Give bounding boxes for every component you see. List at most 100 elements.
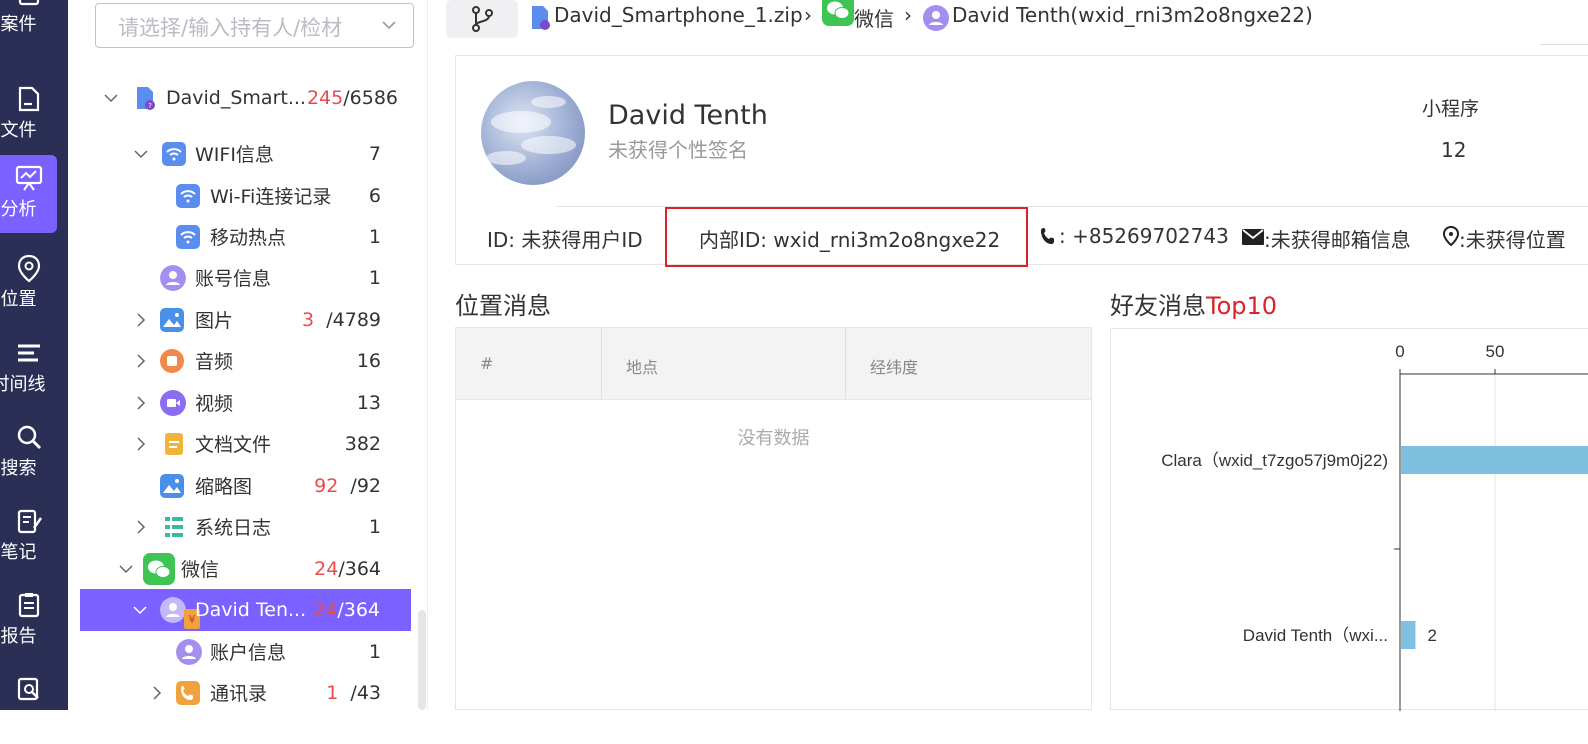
nav-label: 报告 <box>0 626 37 647</box>
column-header-place[interactable]: 地点 <box>602 328 846 400</box>
tree-item-wifi[interactable]: WIFI信息 7 <box>128 133 381 174</box>
tree-count: 3 /4789 <box>302 308 381 331</box>
tree-item-contacts[interactable]: 通讯录 1 /43 <box>144 672 381 713</box>
wifi-icon <box>176 183 200 208</box>
tree-count: 24/364 <box>314 557 381 580</box>
inspect-icon <box>17 677 39 701</box>
tree-item-wifi-records[interactable]: Wi-Fi连接记录 6 <box>176 175 381 216</box>
category-label: Clara（wxid_t7zgo57j9m0j22) <box>1161 451 1388 470</box>
tree-item-documents[interactable]: 文档文件 382 <box>128 423 381 464</box>
chevron-right-icon[interactable] <box>133 436 149 452</box>
chevron-down-icon[interactable] <box>379 15 399 35</box>
chevron-down-icon[interactable] <box>133 146 149 162</box>
search-icon <box>17 425 41 450</box>
nav-item-file[interactable]: 文件 <box>0 76 57 154</box>
nav-item-location[interactable]: 位置 <box>0 245 57 323</box>
nav-item-report[interactable]: 报告 <box>0 582 57 660</box>
mini-program-count[interactable]: 12 <box>1441 138 1466 162</box>
tree-label: 音频 <box>195 351 234 373</box>
tree-count: 13 <box>356 391 381 414</box>
data-label: 2 <box>1427 626 1436 645</box>
tree-item-wechat[interactable]: 微信 24/364 <box>113 548 381 589</box>
contacts-icon <box>176 680 200 705</box>
email: :未获得邮箱信息 <box>1264 228 1411 252</box>
user-icon <box>160 264 186 291</box>
breadcrumb-separator: › <box>804 3 812 27</box>
tree-item-thumbnails[interactable]: 缩略图 92 /92 <box>160 465 381 506</box>
tree-root-device[interactable]: ? David_Smart... 245/6586 <box>98 77 398 118</box>
tree-label: Wi-Fi连接记录 <box>210 186 332 208</box>
holder-search-input[interactable]: 请选择/输入持有人/检材 <box>95 3 414 48</box>
column-header-coordinates[interactable]: 经纬度 <box>846 328 1091 400</box>
chevron-right-icon[interactable] <box>149 685 165 701</box>
friends-chart: 0 50 Clara（wxid_t7zgo57j9m0j22) David Tenth… <box>1110 328 1588 711</box>
x-tick-label: 0 <box>1395 342 1404 361</box>
breadcrumb-user[interactable]: David Tenth(wxid_rni3m2o8ngxe22) <box>952 3 1313 27</box>
tree-count: 6 <box>368 184 381 207</box>
nav-label: 分析 <box>0 199 37 220</box>
tree-panel: 请选择/输入持有人/检材 ? David_Smart... 245/6586 W… <box>68 0 428 710</box>
chevron-right-icon[interactable] <box>133 395 149 411</box>
tree-item-images[interactable]: 图片 3 /4789 <box>128 299 381 340</box>
tree-label: WIFI信息 <box>195 144 274 166</box>
nav-item-timeline[interactable]: 时间线 <box>0 330 57 408</box>
chevron-down-icon[interactable] <box>103 90 119 106</box>
breadcrumb: David_Smartphone_1.zip › 微信 › David Tent… <box>446 0 1588 38</box>
chevron-right-icon[interactable] <box>133 312 149 328</box>
wifi-icon <box>176 224 200 249</box>
tree-item-hotspot[interactable]: 移动热点 1 <box>176 216 381 257</box>
nav-item-case[interactable]: 案件 <box>0 0 57 48</box>
nav-label: 时间线 <box>0 374 46 395</box>
mini-program-label: 小程序 <box>1422 98 1480 120</box>
wechat-icon <box>143 552 175 585</box>
tree-count: 1 <box>368 225 381 248</box>
avatar <box>481 81 585 185</box>
nav-item-analysis[interactable]: 分析 <box>0 155 57 233</box>
tree-item-account-info[interactable]: 账户信息 1 <box>176 631 381 672</box>
user-icon <box>160 597 186 623</box>
image-icon <box>160 307 184 332</box>
analysis-icon <box>15 165 42 191</box>
user-icon <box>923 5 949 31</box>
tree-scrollbar[interactable] <box>418 610 426 710</box>
nav-item-search[interactable]: 搜索 <box>0 414 57 492</box>
phone-number: : +85269702743 <box>1059 224 1229 248</box>
wechat-icon <box>822 0 854 26</box>
user-id: ID: 未获得用户ID <box>487 228 643 252</box>
tree-count: 1 /43 <box>326 681 381 704</box>
tree-item-system-log[interactable]: 系统日志 1 <box>128 506 381 547</box>
data-bar <box>1401 446 1588 474</box>
nav-item-notes[interactable]: 笔记 <box>0 498 57 576</box>
internal-id: 内部ID: wxid_rni3m2o8ngxe22 <box>699 228 1001 252</box>
chevron-right-icon[interactable] <box>133 353 149 369</box>
log-icon <box>165 516 183 537</box>
chevron-right-icon[interactable] <box>133 519 149 535</box>
case-icon <box>18 0 39 6</box>
tree-count: 1 <box>368 640 381 663</box>
location-pin-icon <box>1443 226 1459 246</box>
nav-item-inspect[interactable] <box>0 666 57 744</box>
tree-item-video[interactable]: 视频 13 <box>128 382 381 423</box>
breadcrumb-file[interactable]: David_Smartphone_1.zip <box>554 3 803 27</box>
breadcrumb-separator: › <box>904 3 912 27</box>
search-placeholder: 请选择/输入持有人/检材 <box>118 16 343 40</box>
tree-item-account[interactable]: 账号信息 1 <box>160 257 381 298</box>
tree-count: 1 <box>368 515 381 538</box>
chevron-down-icon[interactable] <box>118 561 134 577</box>
timeline-icon <box>17 344 40 362</box>
tree-label: 文档文件 <box>195 434 272 456</box>
tree-count: 7 <box>368 142 381 165</box>
tree-label: David Ten... <box>195 599 307 621</box>
chevron-down-icon[interactable] <box>132 602 148 618</box>
branch-button[interactable] <box>446 0 518 38</box>
video-icon <box>160 389 186 416</box>
tree-label: 微信 <box>181 559 220 581</box>
audio-icon <box>160 348 184 373</box>
report-icon <box>18 593 39 618</box>
column-header-index[interactable]: # <box>456 328 602 400</box>
notes-icon <box>17 509 42 534</box>
nav-label: 案件 <box>0 14 37 35</box>
tree-item-audio[interactable]: 音频 16 <box>128 340 381 381</box>
tree-item-david-tenth[interactable]: ¥ David Ten... 24/364 <box>80 589 411 631</box>
breadcrumb-app[interactable]: 微信 <box>854 3 894 32</box>
